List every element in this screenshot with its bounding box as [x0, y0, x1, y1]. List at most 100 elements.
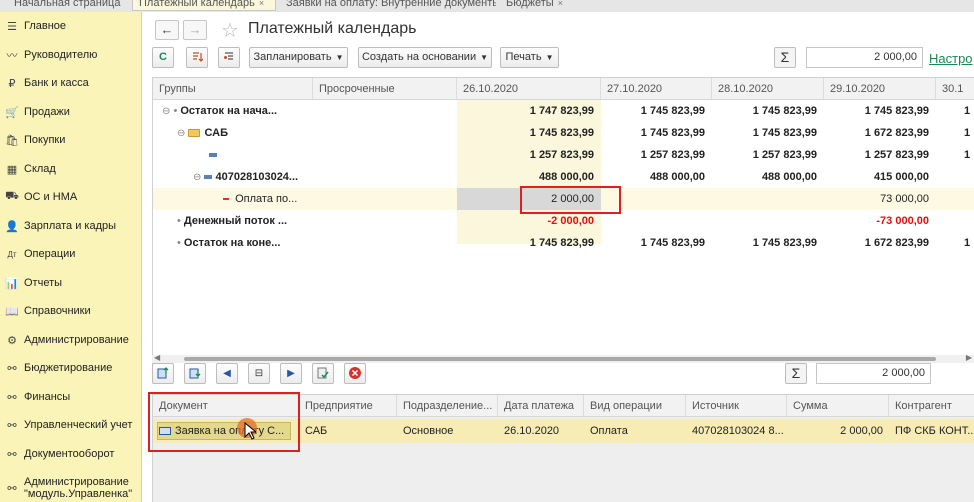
horizontal-scrollbar[interactable]: ◀ ▶: [152, 353, 974, 363]
sidebar-item-operations[interactable]: Дт Операции: [0, 246, 142, 262]
sidebar-item-document-flow[interactable]: ⚯ Документооборот: [0, 446, 142, 462]
column-header-date[interactable]: 28.10.2020: [712, 78, 824, 100]
sidebar-item-admin-module[interactable]: ⚯ Администрирование "модуль.Управленка": [0, 474, 142, 502]
sort-button[interactable]: [186, 47, 208, 68]
forward-button[interactable]: →: [183, 20, 207, 40]
table-cell: 1 745 823,99: [752, 237, 817, 249]
link-icon: ⚯: [7, 419, 17, 432]
column-header-groups[interactable]: Группы: [153, 78, 313, 100]
doc-down-icon: [189, 368, 201, 379]
sidebar-item-bank[interactable]: ₽ Банк и касса: [0, 75, 142, 91]
column-header-date[interactable]: 26.10.2020: [457, 78, 601, 100]
plan-button[interactable]: Запланировать ▼: [249, 47, 348, 68]
sidebar-item-administration[interactable]: ⚙ Администрирование: [0, 332, 142, 348]
tab-payment-requests[interactable]: Заявки на оплату: Внутренние документы×: [280, 0, 496, 11]
column-header-enterprise[interactable]: Предприятие: [299, 395, 397, 417]
column-header-payment-date[interactable]: Дата платежа: [498, 395, 584, 417]
column-header-department[interactable]: Подразделение...: [397, 395, 498, 417]
scroll-left-icon[interactable]: ◀: [154, 353, 160, 362]
back-button[interactable]: ←: [155, 20, 179, 40]
sum-field[interactable]: 2 000,00: [806, 47, 923, 68]
tab-home[interactable]: Начальная страница: [8, 0, 128, 11]
fit-button[interactable]: ⊟: [248, 363, 270, 384]
table-cell: 1 745 823,99: [529, 237, 594, 249]
table-row[interactable]: ⊖ САБ 1 745 823,99 1 745 823,99 1 745 82…: [153, 122, 974, 144]
settings-link[interactable]: Настро: [929, 51, 973, 66]
table-row[interactable]: • Остаток на коне... 1 745 823,99 1 745 …: [153, 232, 974, 254]
table-cell: 1 745 823,99: [529, 127, 594, 139]
next-button[interactable]: ▶: [280, 363, 302, 384]
tab-payment-calendar[interactable]: Платежный календарь ×: [132, 0, 276, 11]
move-down-button[interactable]: [184, 363, 206, 384]
close-icon[interactable]: ×: [558, 0, 563, 8]
tab-budgets[interactable]: Бюджеты ×: [500, 0, 570, 11]
table-cell: 488 000,00: [538, 171, 594, 183]
table-row[interactable]: 1 257 823,99 1 257 823,99 1 257 823,99 1…: [153, 144, 974, 166]
sidebar-item-management-accounting[interactable]: ⚯ Управленческий учет: [0, 417, 142, 433]
post-document-icon: [317, 367, 329, 379]
column-header-date[interactable]: 27.10.2020: [601, 78, 712, 100]
table-row[interactable]: ⊖ • Остаток на нача... 1 747 823,99 1 74…: [153, 100, 974, 122]
table-cell: ПФ СКБ КОНТ...: [895, 425, 974, 437]
triangle-left-icon: ◀: [223, 368, 231, 379]
ruble-icon: ₽: [8, 77, 16, 90]
collapse-icon[interactable]: ⊖: [177, 128, 185, 139]
print-button[interactable]: Печать ▼: [500, 47, 559, 68]
folder-icon: [188, 129, 201, 138]
chevron-down-icon: ▼: [545, 53, 554, 62]
favorite-star-icon[interactable]: ☆: [221, 18, 239, 43]
scrollbar-thumb[interactable]: [184, 357, 936, 361]
create-based-on-button[interactable]: Создать на основании ▼: [358, 47, 492, 68]
table-cell: 26.10.2020: [504, 425, 560, 437]
scroll-right-icon[interactable]: ▶: [966, 353, 972, 362]
close-icon[interactable]: ×: [259, 0, 264, 8]
sidebar-item-purchases[interactable]: 🛍 Покупки: [0, 132, 142, 148]
dt-kt-icon: Дт: [7, 249, 17, 259]
column-header-date[interactable]: 30.1: [936, 78, 974, 100]
cancel-post-button[interactable]: [344, 363, 366, 384]
sidebar-item-reports[interactable]: 📊 Отчеты: [0, 275, 142, 291]
sum-field[interactable]: 2 000,00: [816, 363, 931, 384]
table-cell: 1 745 823,99: [864, 105, 929, 117]
table-cell: 407028103024 8...: [692, 425, 784, 437]
column-header-overdue[interactable]: Просроченные: [313, 78, 457, 100]
sidebar-item-directories[interactable]: 📖 Справочники: [0, 303, 142, 319]
table-cell: 1: [964, 105, 971, 117]
bullet-icon: •: [173, 105, 178, 117]
sidebar-item-manager[interactable]: 〰 Руководителю: [0, 47, 142, 63]
chart-line-icon: 〰: [6, 50, 18, 62]
sum-button[interactable]: Σ: [774, 47, 796, 68]
account-icon: [204, 175, 213, 180]
table-row[interactable]: ⊖ 407028103024... 488 000,00 488 000,00 …: [153, 166, 974, 188]
prev-button[interactable]: ◀: [216, 363, 238, 384]
sidebar-item-main[interactable]: ☰ Главное: [0, 18, 142, 34]
truck-icon: ⛟: [5, 190, 19, 202]
refresh-button[interactable]: C: [152, 47, 174, 68]
bullet-icon: •: [177, 215, 181, 227]
sidebar-item-warehouse[interactable]: ▦ Склад: [0, 161, 142, 177]
sidebar-item-finance[interactable]: ⚯ Финансы: [0, 389, 142, 405]
move-up-button[interactable]: [152, 363, 174, 384]
sidebar-item-budgeting[interactable]: ⚯ Бюджетирование: [0, 360, 142, 376]
column-header-amount[interactable]: Сумма: [787, 395, 889, 417]
sum-button[interactable]: Σ: [785, 363, 807, 384]
post-button[interactable]: [312, 363, 334, 384]
column-header-counterparty[interactable]: Контрагент: [889, 395, 974, 417]
calendar-table[interactable]: Группы Просроченные 26.10.2020 27.10.202…: [152, 77, 974, 365]
expense-icon: [223, 198, 229, 201]
table-cell: 1 257 823,99: [529, 149, 594, 161]
table-cell: 488 000,00: [649, 171, 705, 183]
link-icon: ⚯: [7, 391, 17, 404]
sidebar-item-sales[interactable]: 🛒 Продажи: [0, 104, 142, 120]
collapse-icon[interactable]: ⊖: [162, 106, 170, 117]
table-cell: 1 672 823,99: [864, 127, 929, 139]
column-header-date[interactable]: 29.10.2020: [824, 78, 936, 100]
column-header-operation-type[interactable]: Вид операции: [584, 395, 686, 417]
bar-chart-icon: 📊: [5, 277, 19, 290]
column-header-source[interactable]: Источник: [686, 395, 787, 417]
table-cell: 73 000,00: [880, 193, 929, 205]
collapse-icon[interactable]: ⊖: [193, 172, 201, 183]
sidebar-item-assets[interactable]: ⛟ ОС и НМА: [0, 189, 142, 205]
sidebar-item-payroll[interactable]: 👤 Зарплата и кадры: [0, 218, 142, 234]
settings-list-button[interactable]: [218, 47, 240, 68]
